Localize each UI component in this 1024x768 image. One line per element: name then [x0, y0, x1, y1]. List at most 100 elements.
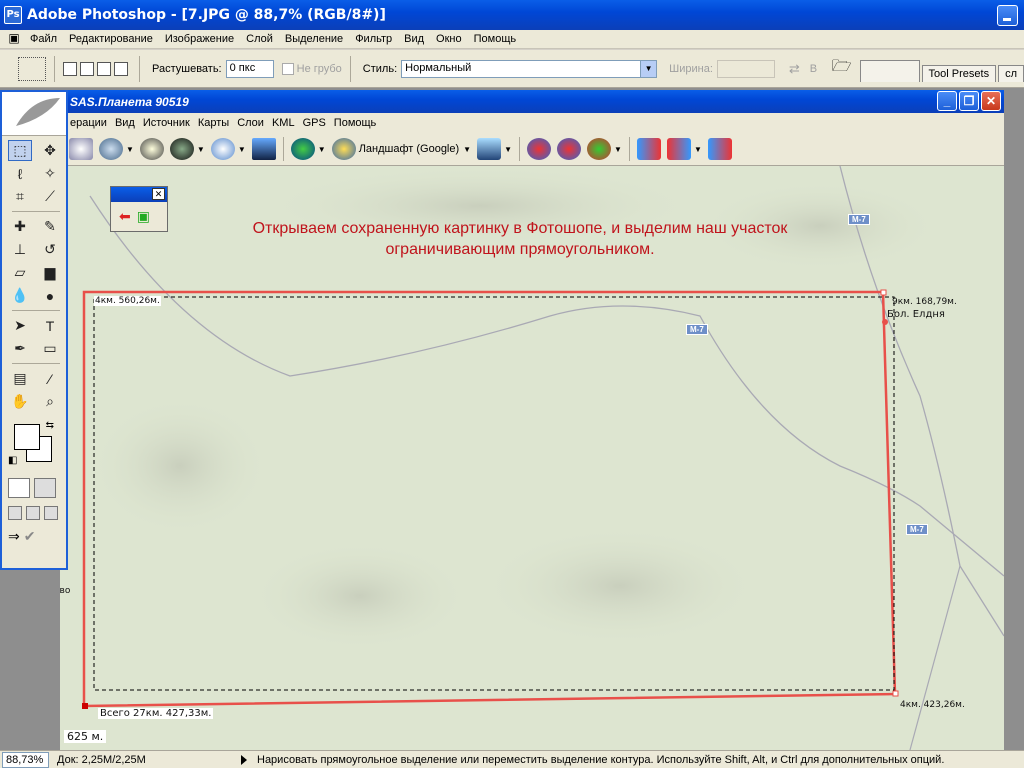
menu-file[interactable]: Файл: [24, 30, 63, 49]
dropdown-arrow-icon[interactable]: ▼: [694, 145, 702, 154]
zoom-tool-icon[interactable]: ⌕: [38, 391, 62, 412]
tab-tool-presets[interactable]: Tool Presets: [921, 65, 997, 82]
document-icon[interactable]: ▣: [4, 31, 24, 47]
menu-select[interactable]: Выделение: [279, 30, 349, 49]
add-selection-icon[interactable]: [80, 61, 94, 76]
menu-image[interactable]: Изображение: [159, 30, 240, 49]
slice-tool-icon[interactable]: ⟋: [38, 186, 62, 207]
lasso-tool-icon[interactable]: ℓ: [8, 163, 32, 184]
screen-mode-full-button[interactable]: [44, 506, 58, 520]
map-source-globe-icon[interactable]: [331, 138, 356, 160]
dropdown-arrow-icon[interactable]: ▼: [463, 145, 471, 154]
blur-tool-icon[interactable]: 💧: [8, 285, 32, 306]
swap-colors-icon[interactable]: ⇆: [46, 420, 54, 431]
separator: [54, 55, 55, 82]
sas-menu-gps[interactable]: GPS: [299, 117, 330, 129]
menu-help[interactable]: Помощь: [468, 30, 523, 49]
magic-wand-tool-icon[interactable]: ✧: [38, 163, 62, 184]
close-icon[interactable]: ✕: [152, 188, 165, 200]
screen-mode-full-menu-button[interactable]: [26, 506, 40, 520]
minimize-button[interactable]: _: [937, 91, 957, 111]
healing-brush-tool-icon[interactable]: ✚: [8, 216, 32, 237]
screen-icon[interactable]: [251, 138, 276, 160]
close-button[interactable]: ✕: [981, 91, 1001, 111]
sas-menu-kml[interactable]: KML: [268, 117, 299, 129]
dropdown-arrow-icon[interactable]: ▼: [504, 145, 512, 154]
move-hand-icon[interactable]: [69, 138, 93, 160]
arrow-left-icon[interactable]: ⬅: [119, 208, 131, 225]
foreground-color-swatch[interactable]: [14, 424, 40, 450]
sas-menu-layers[interactable]: Слои: [233, 117, 268, 129]
standard-mode-button[interactable]: [8, 478, 30, 498]
tab-layers[interactable]: сл: [998, 65, 1024, 82]
crop-tool-icon[interactable]: ⌗: [8, 186, 32, 207]
history-brush-tool-icon[interactable]: ↺: [38, 239, 62, 260]
type-tool-icon[interactable]: T: [38, 315, 62, 336]
brush-tool-icon[interactable]: ✎: [38, 216, 62, 237]
clone-stamp-tool-icon[interactable]: ⊥: [8, 239, 32, 260]
sas-menu-operations[interactable]: ерации: [66, 117, 111, 129]
dropdown-arrow-icon[interactable]: ▼: [614, 145, 622, 154]
file-browser-icon[interactable]: 🗁: [832, 55, 852, 82]
magnifier-icon[interactable]: [210, 138, 235, 160]
dropdown-arrow-icon[interactable]: ▼: [318, 145, 326, 154]
dodge-tool-icon[interactable]: ●: [38, 285, 62, 306]
rect-marquee-tool-icon[interactable]: ⬚: [8, 140, 32, 161]
shape-tool-icon[interactable]: ▭: [38, 338, 62, 359]
satellite-dish-icon[interactable]: [139, 138, 164, 160]
globe-mark-icon[interactable]: [587, 138, 612, 160]
tools-grid: ⬚ ✥ ℓ ✧ ⌗ ⟋ ✚ ✎ ⊥ ↺ ▱ ▆ 💧 ● ➤ T ✒ ▭ ▤ ⁄ …: [2, 136, 66, 416]
width-input[interactable]: [716, 59, 775, 78]
default-colors-icon[interactable]: ◧: [8, 455, 17, 466]
intersect-selection-icon[interactable]: [114, 61, 128, 76]
menu-layer[interactable]: Слой: [240, 30, 279, 49]
swap-icon[interactable]: ⇄: [789, 61, 800, 77]
globe-save-icon[interactable]: [557, 138, 582, 160]
quick-mask-button[interactable]: [34, 478, 56, 498]
eraser-tool-icon[interactable]: ▱: [8, 262, 32, 283]
move-tool-icon[interactable]: ✥: [38, 140, 62, 161]
path-icon[interactable]: [666, 138, 691, 160]
screen-mode-standard-button[interactable]: [8, 506, 22, 520]
map-source-label[interactable]: Ландшафт (Google): [359, 143, 459, 155]
sas-menu-view[interactable]: Вид: [111, 117, 139, 129]
dropdown-arrow-icon[interactable]: ▼: [126, 145, 134, 154]
minimize-button[interactable]: [997, 5, 1018, 26]
path-selection-tool-icon[interactable]: ➤: [8, 315, 32, 336]
marquee-tool-preset-icon[interactable]: [18, 56, 46, 81]
status-menu-arrow-icon[interactable]: [241, 754, 247, 765]
restore-button[interactable]: ❐: [959, 91, 979, 111]
menu-view[interactable]: Вид: [398, 30, 430, 49]
zoom-input[interactable]: 88,73%: [2, 751, 49, 768]
menu-edit[interactable]: Редактирование: [63, 30, 159, 49]
eyedropper-tool-icon[interactable]: ⁄: [38, 368, 62, 389]
pen-tool-icon[interactable]: ✒: [8, 338, 32, 359]
menu-window[interactable]: Окно: [430, 30, 468, 49]
antialias-checkbox[interactable]: [281, 62, 294, 75]
globe-dark-icon[interactable]: [169, 138, 194, 160]
ruler-icon[interactable]: [636, 138, 661, 160]
gradient-tool-icon[interactable]: ▆: [38, 262, 62, 283]
subtract-selection-icon[interactable]: [97, 61, 111, 76]
layers-icon[interactable]: [477, 138, 502, 160]
export-icon[interactable]: ▣: [137, 208, 150, 225]
style-select[interactable]: Нормальный ▼: [401, 59, 658, 78]
checkmark-icon[interactable]: ✔: [24, 528, 36, 545]
area-icon[interactable]: [707, 138, 732, 160]
sas-menu-source[interactable]: Источник: [139, 117, 194, 129]
jump-to-imageready-icon[interactable]: ⇒: [8, 528, 20, 545]
notes-tool-icon[interactable]: ▤: [8, 368, 32, 389]
dropdown-arrow-icon[interactable]: ▼: [238, 145, 246, 154]
sas-menu-help[interactable]: Помощь: [330, 117, 381, 129]
zoom-tool-icon[interactable]: [99, 138, 123, 160]
menu-filter[interactable]: Фильтр: [349, 30, 398, 49]
globe-pin-icon[interactable]: [527, 138, 552, 160]
new-selection-icon[interactable]: [63, 61, 77, 76]
hand-tool-icon[interactable]: ✋: [8, 391, 32, 412]
sas-menu-maps[interactable]: Карты: [194, 117, 233, 129]
empty-tab[interactable]: [859, 60, 920, 82]
feather-input[interactable]: 0 пкс: [225, 59, 274, 78]
dropdown-arrow-icon[interactable]: ▼: [197, 145, 205, 154]
chevron-down-icon[interactable]: ▼: [640, 60, 657, 77]
globe-icon[interactable]: [290, 138, 315, 160]
